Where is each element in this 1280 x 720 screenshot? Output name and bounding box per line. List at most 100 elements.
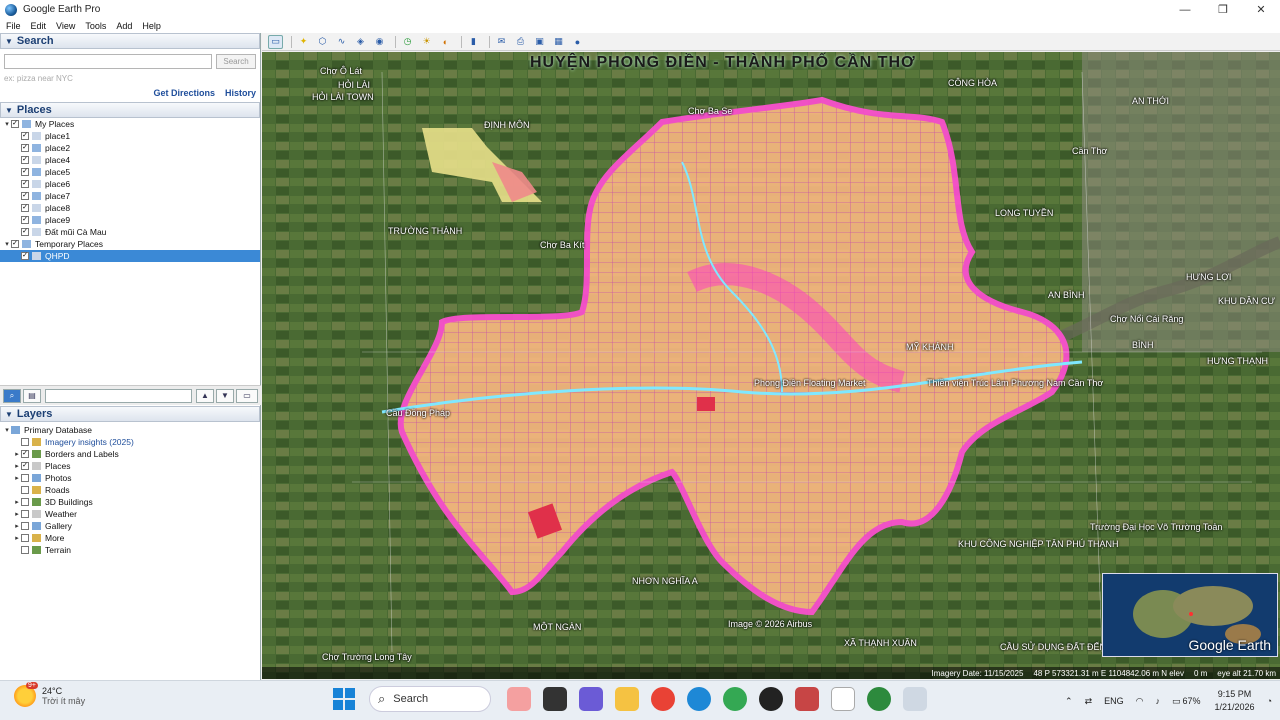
email-button[interactable]: ✉ — [494, 35, 509, 49]
map-place-label[interactable]: MỸ KHÁNH — [906, 342, 954, 352]
list-view-button[interactable]: ▤ — [23, 388, 41, 403]
visibility-checkbox[interactable] — [21, 498, 29, 506]
visibility-checkbox[interactable]: ✓ — [11, 240, 19, 248]
layers-tree-item[interactable]: ▸ Photos — [0, 472, 260, 484]
historical-imagery-button[interactable]: ◷ — [400, 35, 415, 49]
map-place-label[interactable]: Phong Điền Floating Market — [754, 378, 866, 388]
visibility-checkbox[interactable]: ✓ — [21, 180, 29, 188]
places-tree-item[interactable]: ✓ place5 — [0, 166, 260, 178]
teams-icon[interactable] — [579, 687, 603, 711]
save-image-button[interactable]: ▣ — [532, 35, 547, 49]
visibility-checkbox[interactable] — [21, 546, 29, 554]
map-place-label[interactable]: Image © 2026 Airbus — [728, 619, 812, 629]
add-placemark-button[interactable]: ✦ — [296, 35, 311, 49]
map-place-label[interactable]: HƯNG LỢI — [1186, 272, 1231, 282]
expand-toggle-icon[interactable]: ▸ — [13, 450, 21, 458]
notification-bell-icon[interactable]: ◔ — [1267, 696, 1272, 706]
map-place-label[interactable]: AN BÌNH — [1048, 290, 1085, 300]
visibility-checkbox[interactable] — [21, 438, 29, 446]
map-place-label[interactable]: LONG TUYỀN — [995, 208, 1053, 218]
visibility-checkbox[interactable]: ✓ — [21, 252, 29, 260]
expand-toggle-icon[interactable]: ▸ — [13, 522, 21, 530]
map-place-label[interactable]: XÃ THẠNH XUÂN — [844, 638, 917, 648]
map-place-label[interactable]: Chợ Ba Se — [688, 106, 732, 116]
layers-tree-item[interactable]: ▸ Weather — [0, 508, 260, 520]
get-directions-link[interactable]: Get Directions — [153, 88, 215, 98]
layers-tree-item[interactable]: Imagery insights (2025) — [0, 436, 260, 448]
expand-toggle-icon[interactable]: ▾ — [3, 240, 11, 248]
start-button[interactable] — [333, 688, 355, 710]
sun-button[interactable]: ☀ — [419, 35, 434, 49]
volume-icon[interactable]: ♪ — [1155, 696, 1160, 706]
layers-tree-item[interactable]: ▸ 3D Buildings — [0, 496, 260, 508]
file-explorer-icon[interactable] — [615, 687, 639, 711]
layers-tree-item[interactable]: ▸ ✓ Places — [0, 460, 260, 472]
print-button[interactable]: ⎙ — [513, 35, 528, 49]
chrome-icon[interactable] — [651, 687, 675, 711]
map-place-label[interactable]: KHU DÂN CƯ — [1218, 296, 1275, 306]
menu-view[interactable]: View — [56, 21, 75, 31]
expand-toggle-icon[interactable]: ▸ — [13, 534, 21, 542]
layers-tree-item[interactable]: ▸ Gallery — [0, 520, 260, 532]
show-hidden-icons[interactable]: ⌃ — [1065, 696, 1073, 707]
visibility-checkbox[interactable]: ✓ — [21, 228, 29, 236]
layers-panel-header[interactable]: ▼ Layers — [0, 406, 260, 422]
map-place-label[interactable]: ĐỊNH MÔN — [484, 120, 530, 130]
app-icon[interactable] — [867, 687, 891, 711]
menu-file[interactable]: File — [6, 21, 21, 31]
layers-tree-item[interactable]: ▾ Primary Database — [0, 424, 260, 436]
add-polygon-button[interactable]: ⬡ — [315, 35, 330, 49]
task-view-icon[interactable] — [543, 687, 567, 711]
map-place-label[interactable]: Chợ Trường Long Tây — [322, 652, 412, 662]
hide-sidebar-button[interactable]: ▭ — [268, 34, 283, 49]
visibility-checkbox[interactable]: ✓ — [21, 450, 29, 458]
weather-widget[interactable]: 9+ 24°C Trời ít mây — [14, 682, 85, 707]
map-place-label[interactable]: Cầu Đồng Pháp — [386, 408, 450, 418]
move-down-button[interactable]: ▼ — [216, 388, 234, 403]
map-place-label[interactable]: AN THỚI — [1132, 96, 1169, 106]
places-tree-item[interactable]: ✓ place8 — [0, 202, 260, 214]
places-tree-item[interactable]: ✓ place1 — [0, 130, 260, 142]
visibility-checkbox[interactable]: ✓ — [21, 462, 29, 470]
add-path-button[interactable]: ∿ — [334, 35, 349, 49]
google-earth-taskbar-icon[interactable] — [903, 687, 927, 711]
map-place-label[interactable]: Chợ Ba Kít — [540, 240, 584, 250]
visibility-checkbox[interactable] — [21, 510, 29, 518]
visibility-checkbox[interactable]: ✓ — [21, 192, 29, 200]
record-tour-button[interactable]: ◉ — [372, 35, 387, 49]
layers-tree-item[interactable]: Terrain — [0, 544, 260, 556]
expand-toggle-icon[interactable]: ▾ — [3, 120, 11, 128]
map-place-label[interactable]: BÌNH — [1132, 340, 1154, 350]
places-tree-item[interactable]: ▾ ✓ My Places — [0, 118, 260, 130]
language-indicator[interactable]: ENG — [1104, 696, 1124, 706]
layers-tree-item[interactable]: Roads — [0, 484, 260, 496]
planets-button[interactable]: ◐ — [438, 35, 453, 49]
chrome-profile-icon[interactable] — [723, 687, 747, 711]
places-panel-header[interactable]: ▼ Places — [0, 102, 260, 118]
maximize-button[interactable]: ❐ — [1204, 0, 1242, 19]
network-location-icon[interactable]: ⇄ — [1085, 696, 1093, 707]
battery-icon[interactable]: ▭ — [1172, 696, 1181, 707]
places-tree-item[interactable]: ✓ place4 — [0, 154, 260, 166]
places-tree-item[interactable]: ✓ place9 — [0, 214, 260, 226]
clock[interactable]: 9:15 PM 1/21/2026 — [1215, 688, 1255, 714]
document-icon[interactable] — [831, 687, 855, 711]
places-tree-item[interactable]: ✓ QHPD — [0, 250, 260, 262]
search-panel-header[interactable]: ▼ Search — [0, 33, 260, 49]
visibility-checkbox[interactable] — [21, 534, 29, 542]
map-place-label[interactable]: KHU CÔNG NGHIỆP TÂN PHÚ THẠNH — [958, 539, 1119, 549]
history-link[interactable]: History — [225, 88, 256, 98]
expand-toggle-icon[interactable]: ▸ — [13, 510, 21, 518]
overview-map[interactable]: Google Earth — [1102, 573, 1278, 657]
edge-icon[interactable] — [687, 687, 711, 711]
map-place-label[interactable]: Cần Thơ — [1072, 146, 1107, 156]
search-button[interactable]: Search — [216, 54, 256, 69]
search-input[interactable] — [4, 54, 213, 69]
layers-tree-item[interactable]: ▸ More — [0, 532, 260, 544]
menu-tools[interactable]: Tools — [85, 21, 106, 31]
map-place-label[interactable]: Chợ Nổi Cái Răng — [1110, 314, 1183, 324]
view-in-maps-button[interactable]: ● — [570, 35, 585, 49]
visibility-checkbox[interactable]: ✓ — [21, 204, 29, 212]
map-view[interactable]: HUYỆN PHONG ĐIỀN - THÀNH PHỐ CẦN THƠ Chợ… — [262, 52, 1280, 679]
copilot-app[interactable] — [507, 687, 531, 711]
